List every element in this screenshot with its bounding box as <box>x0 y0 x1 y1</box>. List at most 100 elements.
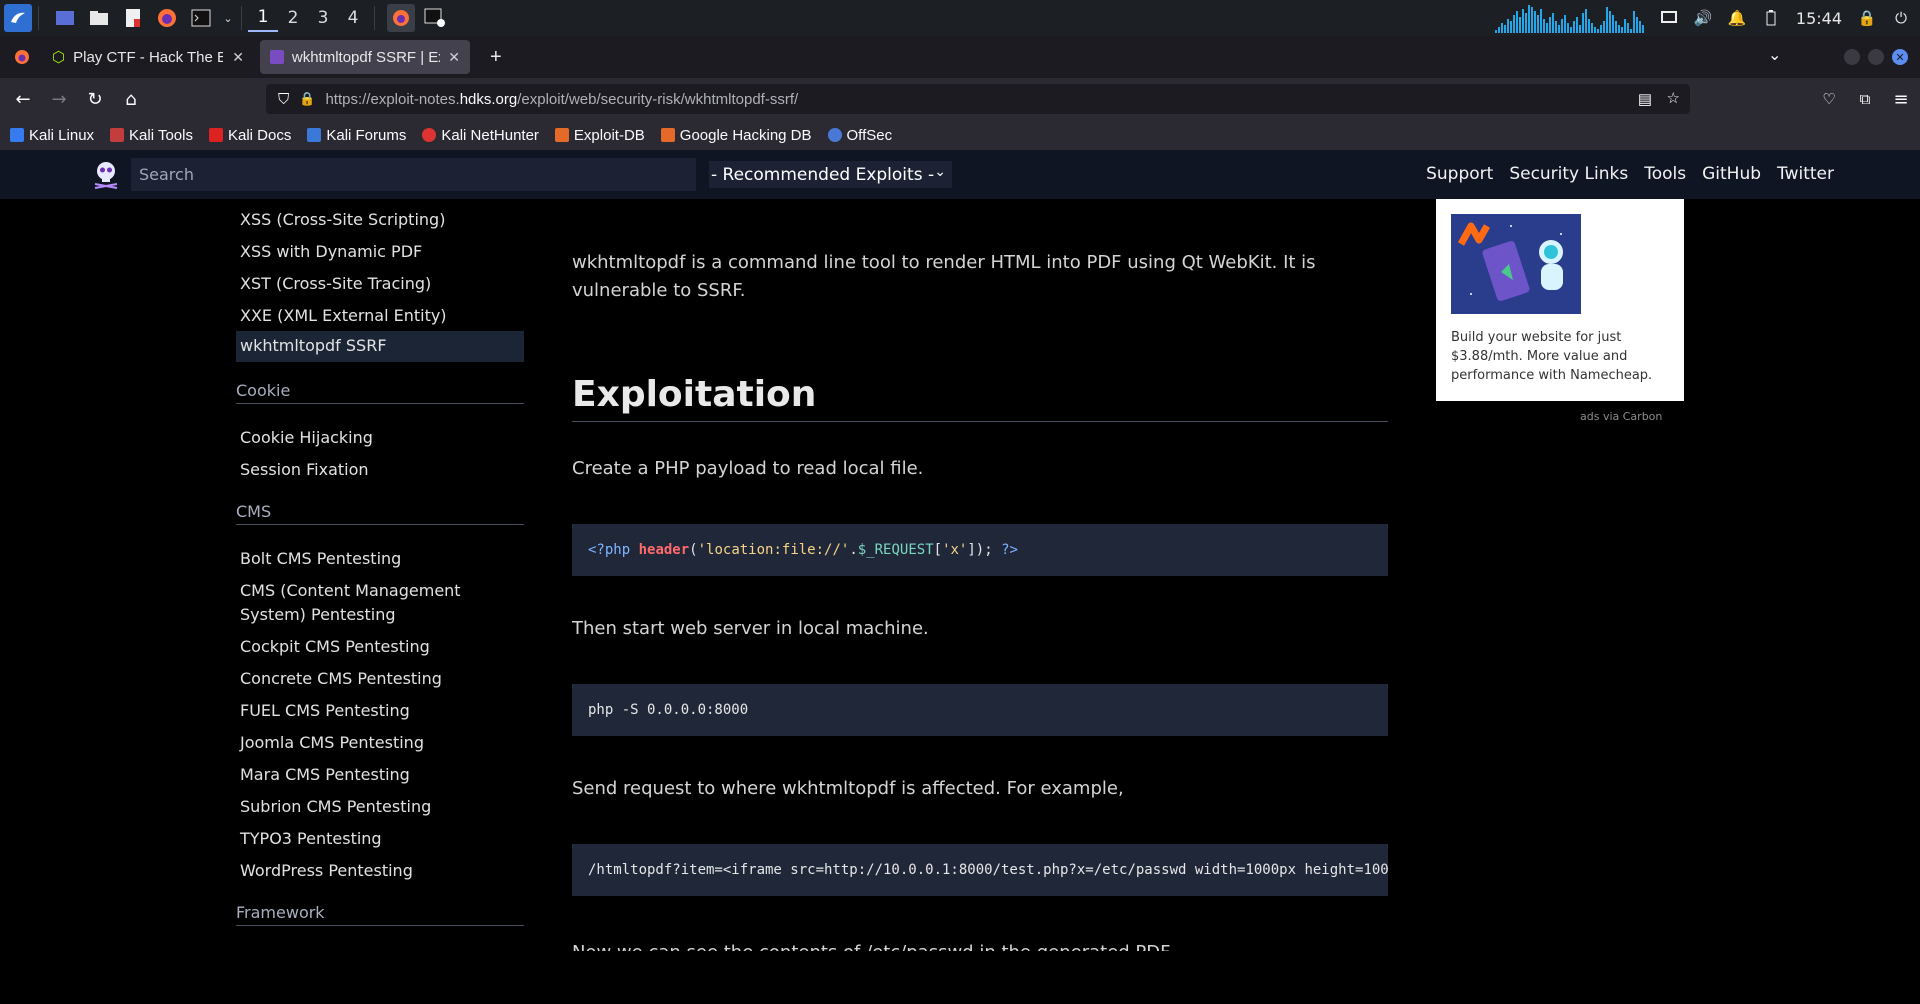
code-block-request[interactable]: /htmltopdf?item=<iframe src=http://10.0.… <box>572 844 1388 896</box>
workspace-3[interactable]: 3 <box>308 4 338 32</box>
sidebar-item-subrion-cms[interactable]: Subrion CMS Pentesting <box>240 795 431 819</box>
exploit-notes-favicon-icon <box>270 50 284 64</box>
bookmark-label: Exploit-DB <box>573 126 645 144</box>
carbon-ad[interactable]: Build your website for just $3.88/mth. M… <box>1436 199 1684 401</box>
back-arrow-icon[interactable]: ← <box>8 84 38 114</box>
sidebar-item-concrete-cms[interactable]: Concrete CMS Pentesting <box>240 667 442 691</box>
url-path: /exploit/web/security-risk/wkhtmltopdf-s… <box>517 90 799 108</box>
sidebar-item-cookie-hijacking[interactable]: Cookie Hijacking <box>240 426 373 450</box>
text-editor-icon[interactable] <box>119 4 147 32</box>
site-nav-links: Support Security Links Tools GitHub Twit… <box>1426 164 1834 184</box>
nav-link-github[interactable]: GitHub <box>1702 164 1761 184</box>
power-icon[interactable]: ⏻ <box>1892 9 1910 27</box>
bookmark-kali-nethunter[interactable]: Kali NetHunter <box>422 127 539 144</box>
sidebar-item-wkhtmltopdf-ssrf[interactable]: wkhtmltopdf SSRF <box>236 331 524 362</box>
nav-link-tools[interactable]: Tools <box>1644 164 1686 184</box>
notification-bell-icon[interactable]: 🔔 <box>1728 9 1747 27</box>
bookmark-star-icon[interactable]: ☆ <box>1667 89 1680 107</box>
sidebar-item-cms-pentesting[interactable]: CMS (Content Management <box>240 579 461 603</box>
window-minimize-button[interactable] <box>1844 49 1860 65</box>
chevron-down-icon[interactable]: ⌄ <box>221 4 235 32</box>
reload-icon[interactable]: ↻ <box>80 84 110 114</box>
forward-arrow-icon[interactable]: → <box>44 84 74 114</box>
display-icon[interactable] <box>1660 9 1678 27</box>
window-maximize-button[interactable] <box>1868 49 1884 65</box>
volume-icon[interactable]: 🔊 <box>1694 9 1713 27</box>
nav-link-twitter[interactable]: Twitter <box>1777 164 1834 184</box>
file-manager-icon[interactable] <box>85 4 113 32</box>
url-bar[interactable]: ⛉ 🔒 https://exploit-notes.hdks.org/explo… <box>266 84 1690 114</box>
kali-menu-icon[interactable] <box>4 4 32 32</box>
nav-link-security-links[interactable]: Security Links <box>1509 164 1628 184</box>
bookmark-kali-tools[interactable]: Kali Tools <box>110 127 193 144</box>
sidebar-item-cms-pentesting-line2[interactable]: System) Pentesting <box>240 603 396 627</box>
sidebar-item-bolt-cms[interactable]: Bolt CMS Pentesting <box>240 547 401 571</box>
clipped-paragraph: Now we can see the contents of /etc/pass… <box>572 939 1388 951</box>
sidebar-item-xss-dynamic-pdf[interactable]: XSS with Dynamic PDF <box>240 240 422 264</box>
network-graph-bar <box>1518 17 1521 33</box>
firefox-view-icon[interactable] <box>8 43 36 71</box>
network-graph-bar <box>1536 15 1539 33</box>
bookmark-google-hacking-db[interactable]: Google Hacking DB <box>660 127 812 144</box>
terminal-icon[interactable] <box>187 4 215 32</box>
ads-via-carbon-link[interactable]: ads via Carbon <box>1580 410 1662 423</box>
sidebar-item-typo3[interactable]: TYPO3 Pentesting <box>240 827 382 851</box>
sidebar-item-xss[interactable]: XSS (Cross-Site Scripting) <box>240 208 445 232</box>
bookmark-kali-linux[interactable]: Kali Linux <box>10 127 94 144</box>
workspace-1[interactable]: 1 <box>248 4 278 32</box>
recommended-exploits-select[interactable]: - Recommended Exploits - ⌄ <box>709 161 952 188</box>
firefox-window-icon[interactable] <box>387 4 415 32</box>
lock-icon[interactable]: 🔒 <box>299 91 315 107</box>
lock-icon[interactable]: 🔒 <box>1858 9 1877 27</box>
shield-icon[interactable]: ⛉ <box>278 91 289 108</box>
namecheap-ad-image[interactable] <box>1451 214 1581 314</box>
sidebar-section-framework[interactable]: Framework <box>236 903 524 926</box>
extensions-icon[interactable]: ⧉ <box>1850 84 1880 114</box>
list-all-tabs-icon[interactable]: ⌄ <box>1768 45 1781 64</box>
code-block-php-payload[interactable]: <?php header('location:file://'. $_REQUES… <box>572 524 1388 576</box>
url-text[interactable]: https://exploit-notes.hdks.org/exploit/w… <box>325 91 798 108</box>
sidebar-item-fuel-cms[interactable]: FUEL CMS Pentesting <box>240 699 410 723</box>
sidebar-item-mara-cms[interactable]: Mara CMS Pentesting <box>240 763 410 787</box>
sidebar-item-xxe[interactable]: XXE (XML External Entity) <box>240 304 447 328</box>
clock[interactable]: 15:44 <box>1796 9 1842 28</box>
terminal-window-icon[interactable] <box>421 4 449 32</box>
bookmark-kali-forums[interactable]: Kali Forums <box>307 127 406 144</box>
tab-label: Play CTF - Hack The Box <box>73 48 224 66</box>
hackthebox-favicon-icon: ⬡ <box>52 49 66 66</box>
window-close-button[interactable]: ✕ <box>1892 49 1908 65</box>
menu-icon[interactable]: ≡ <box>1886 84 1916 114</box>
sidebar-item-cockpit-cms[interactable]: Cockpit CMS Pentesting <box>240 635 430 659</box>
workspace-4[interactable]: 4 <box>338 4 368 32</box>
pocket-icon[interactable]: ♡ <box>1814 84 1844 114</box>
workspace-2[interactable]: 2 <box>278 4 308 32</box>
sidebar-item-session-fixation[interactable]: Session Fixation <box>240 458 369 482</box>
skull-logo-icon[interactable] <box>90 158 122 190</box>
nav-link-support[interactable]: Support <box>1426 164 1493 184</box>
sidebar-section-cms[interactable]: CMS <box>236 502 524 525</box>
sidebar-item-wordpress[interactable]: WordPress Pentesting <box>240 859 413 883</box>
site-search-input[interactable]: Search <box>131 158 696 191</box>
home-icon[interactable]: ⌂ <box>116 84 146 114</box>
bookmark-offsec[interactable]: OffSec <box>827 127 892 144</box>
close-icon[interactable]: ✕ <box>232 49 244 66</box>
tab-wkhtmltopdf[interactable]: wkhtmltopdf SSRF | Explo ✕ <box>260 40 470 74</box>
bookmark-kali-docs[interactable]: Kali Docs <box>208 127 291 144</box>
network-graph-bar <box>1578 25 1581 33</box>
sidebar-section-cookie[interactable]: Cookie <box>236 381 524 404</box>
sidebar-item-xst[interactable]: XST (Cross-Site Tracing) <box>240 272 431 296</box>
network-graph-bar <box>1572 21 1575 33</box>
network-graph-bar <box>1581 13 1584 33</box>
sidebar-item-joomla-cms[interactable]: Joomla CMS Pentesting <box>240 731 424 755</box>
system-taskbar: ⌄ 1 2 3 4 🔊 🔔 15:44 🔒 ⏻ <box>0 0 1920 36</box>
bookmark-exploit-db[interactable]: Exploit-DB <box>554 126 645 144</box>
desktop-icon[interactable] <box>51 4 79 32</box>
new-tab-button[interactable]: + <box>480 40 512 74</box>
tab-hackthebox[interactable]: ⬡ Play CTF - Hack The Box ✕ <box>42 40 254 74</box>
code-block-php-server[interactable]: php -S 0.0.0.0:8000 <box>572 684 1388 736</box>
system-tray: 🔊 🔔 15:44 🔒 ⏻ <box>1494 0 1920 36</box>
close-icon[interactable]: ✕ <box>448 49 460 66</box>
ad-text[interactable]: Build your website for just $3.88/mth. M… <box>1451 328 1671 385</box>
firefox-icon[interactable] <box>153 4 181 32</box>
reader-view-icon[interactable]: ▤ <box>1638 90 1652 108</box>
